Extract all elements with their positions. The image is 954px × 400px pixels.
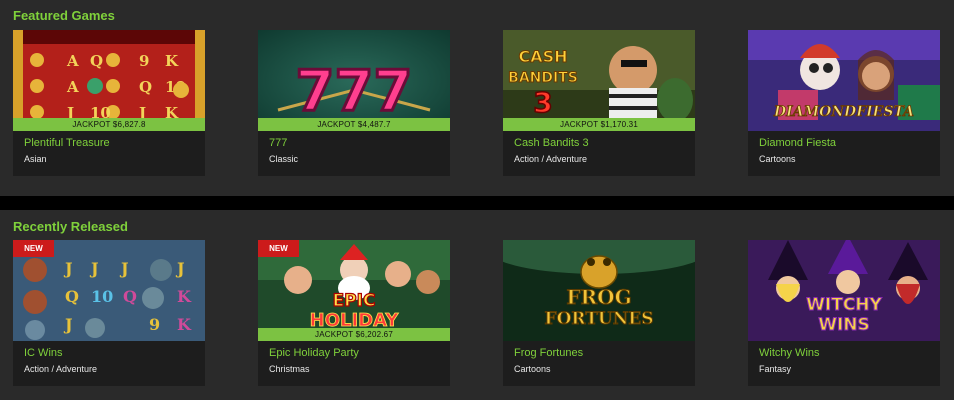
game-thumbnail[interactable]: WITCHY WINS <box>748 240 940 341</box>
svg-text:K: K <box>177 315 192 334</box>
game-thumbnail[interactable]: JJJ Q 10 Q J9K KJ NEW <box>13 240 205 341</box>
game-category: Asian <box>24 154 47 164</box>
recently-released-heading: Recently Released <box>13 219 128 234</box>
svg-text:WINS: WINS <box>818 315 870 335</box>
featured-games-heading: Featured Games <box>13 8 115 23</box>
svg-text:9: 9 <box>149 315 160 334</box>
game-category: Action / Adventure <box>514 154 588 164</box>
game-title[interactable]: Diamond Fiesta <box>759 137 836 149</box>
svg-text:K: K <box>177 287 192 306</box>
game-thumbnail[interactable]: 777 JACKPOT $4,487.7 <box>258 30 450 131</box>
game-title[interactable]: Frog Fortunes <box>514 347 583 359</box>
game-category: Fantasy <box>759 364 792 374</box>
game-title[interactable]: Epic Holiday Party <box>269 347 359 359</box>
game-category: Action / Adventure <box>24 364 98 374</box>
svg-text:J: J <box>63 259 73 278</box>
jackpot-bar: JACKPOT $4,487.7 <box>258 118 450 131</box>
svg-text:Q: Q <box>65 287 79 306</box>
diamond-fiesta-logo-art: DIAMONDFIESTA <box>773 104 914 120</box>
game-card-epic-holiday-party[interactable]: EPIC HOLIDAY NEW JACKPOT $6,202.67 Epic … <box>258 240 450 386</box>
game-thumbnail[interactable]: FROG FORTUNES <box>503 240 695 341</box>
jackpot-bar: JACKPOT $6,202.67 <box>258 328 450 341</box>
game-card-witchy-wins[interactable]: WITCHY WINS Witchy Wins Fantasy <box>748 240 940 386</box>
new-badge: NEW <box>13 240 54 257</box>
game-title[interactable]: Witchy Wins <box>759 347 820 359</box>
svg-text:J: J <box>175 259 185 278</box>
svg-text:FROG: FROG <box>566 285 631 309</box>
svg-text:WITCHY: WITCHY <box>806 295 882 315</box>
recently-released-section: Recently Released JJJ Q 10 Q J9K KJ NEW IC <box>0 210 954 400</box>
game-title[interactable]: Cash Bandits 3 <box>514 137 589 149</box>
jackpot-bar: JACKPOT $6,827.8 <box>13 118 205 131</box>
svg-text:A: A <box>66 78 79 96</box>
game-card-cash-bandits-3[interactable]: CASH BANDITS 3 JACKPOT $1,170.31 Cash Ba… <box>503 30 695 176</box>
jackpot-bar: JACKPOT $1,170.31 <box>503 118 695 131</box>
svg-text:9: 9 <box>139 52 149 70</box>
svg-text:A: A <box>66 52 79 70</box>
svg-text:Q: Q <box>90 52 103 70</box>
game-card-plentiful-treasure[interactable]: AAJ 9QJ K10K Q10 JACKPOT $6,827.8 Plenti… <box>13 30 205 176</box>
game-title[interactable]: 777 <box>269 137 287 149</box>
game-thumbnail[interactable]: CASH BANDITS 3 JACKPOT $1,170.31 <box>503 30 695 131</box>
game-category: Christmas <box>269 364 310 374</box>
game-thumbnail[interactable]: AAJ 9QJ K10K Q10 JACKPOT $6,827.8 <box>13 30 205 131</box>
game-category: Cartoons <box>514 364 551 374</box>
svg-text:FORTUNES: FORTUNES <box>545 309 654 329</box>
svg-text:BANDITS: BANDITS <box>508 70 578 86</box>
svg-text:CASH: CASH <box>518 47 567 66</box>
new-badge: NEW <box>258 240 299 257</box>
svg-text:3: 3 <box>533 86 552 119</box>
game-thumbnail[interactable]: DIAMONDFIESTA <box>748 30 940 131</box>
svg-text:Q: Q <box>139 78 152 96</box>
svg-text:J: J <box>119 259 129 278</box>
game-title[interactable]: Plentiful Treasure <box>24 137 110 149</box>
featured-games-section: Featured Games AAJ 9QJ K10K Q10 <box>0 0 954 196</box>
game-thumbnail[interactable]: EPIC HOLIDAY NEW JACKPOT $6,202.67 <box>258 240 450 341</box>
svg-text:J: J <box>63 315 73 334</box>
svg-text:EPIC: EPIC <box>333 291 376 311</box>
svg-text:K: K <box>165 52 179 70</box>
game-card-frog-fortunes[interactable]: FROG FORTUNES Frog Fortunes Cartoons <box>503 240 695 386</box>
game-card-777[interactable]: 777 JACKPOT $4,487.7 777 Classic <box>258 30 450 176</box>
game-card-ic-wins[interactable]: JJJ Q 10 Q J9K KJ NEW IC Wins Action / Adv… <box>13 240 205 386</box>
svg-text:Q: Q <box>123 287 137 306</box>
game-category: Classic <box>269 154 299 164</box>
svg-text:J: J <box>89 259 99 278</box>
game-category: Cartoons <box>759 154 796 164</box>
game-card-diamond-fiesta[interactable]: DIAMONDFIESTA Diamond Fiesta Cartoons <box>748 30 940 176</box>
svg-text:10: 10 <box>91 287 113 306</box>
game-title[interactable]: IC Wins <box>24 347 63 359</box>
777-logo-art: 777 <box>296 59 413 124</box>
